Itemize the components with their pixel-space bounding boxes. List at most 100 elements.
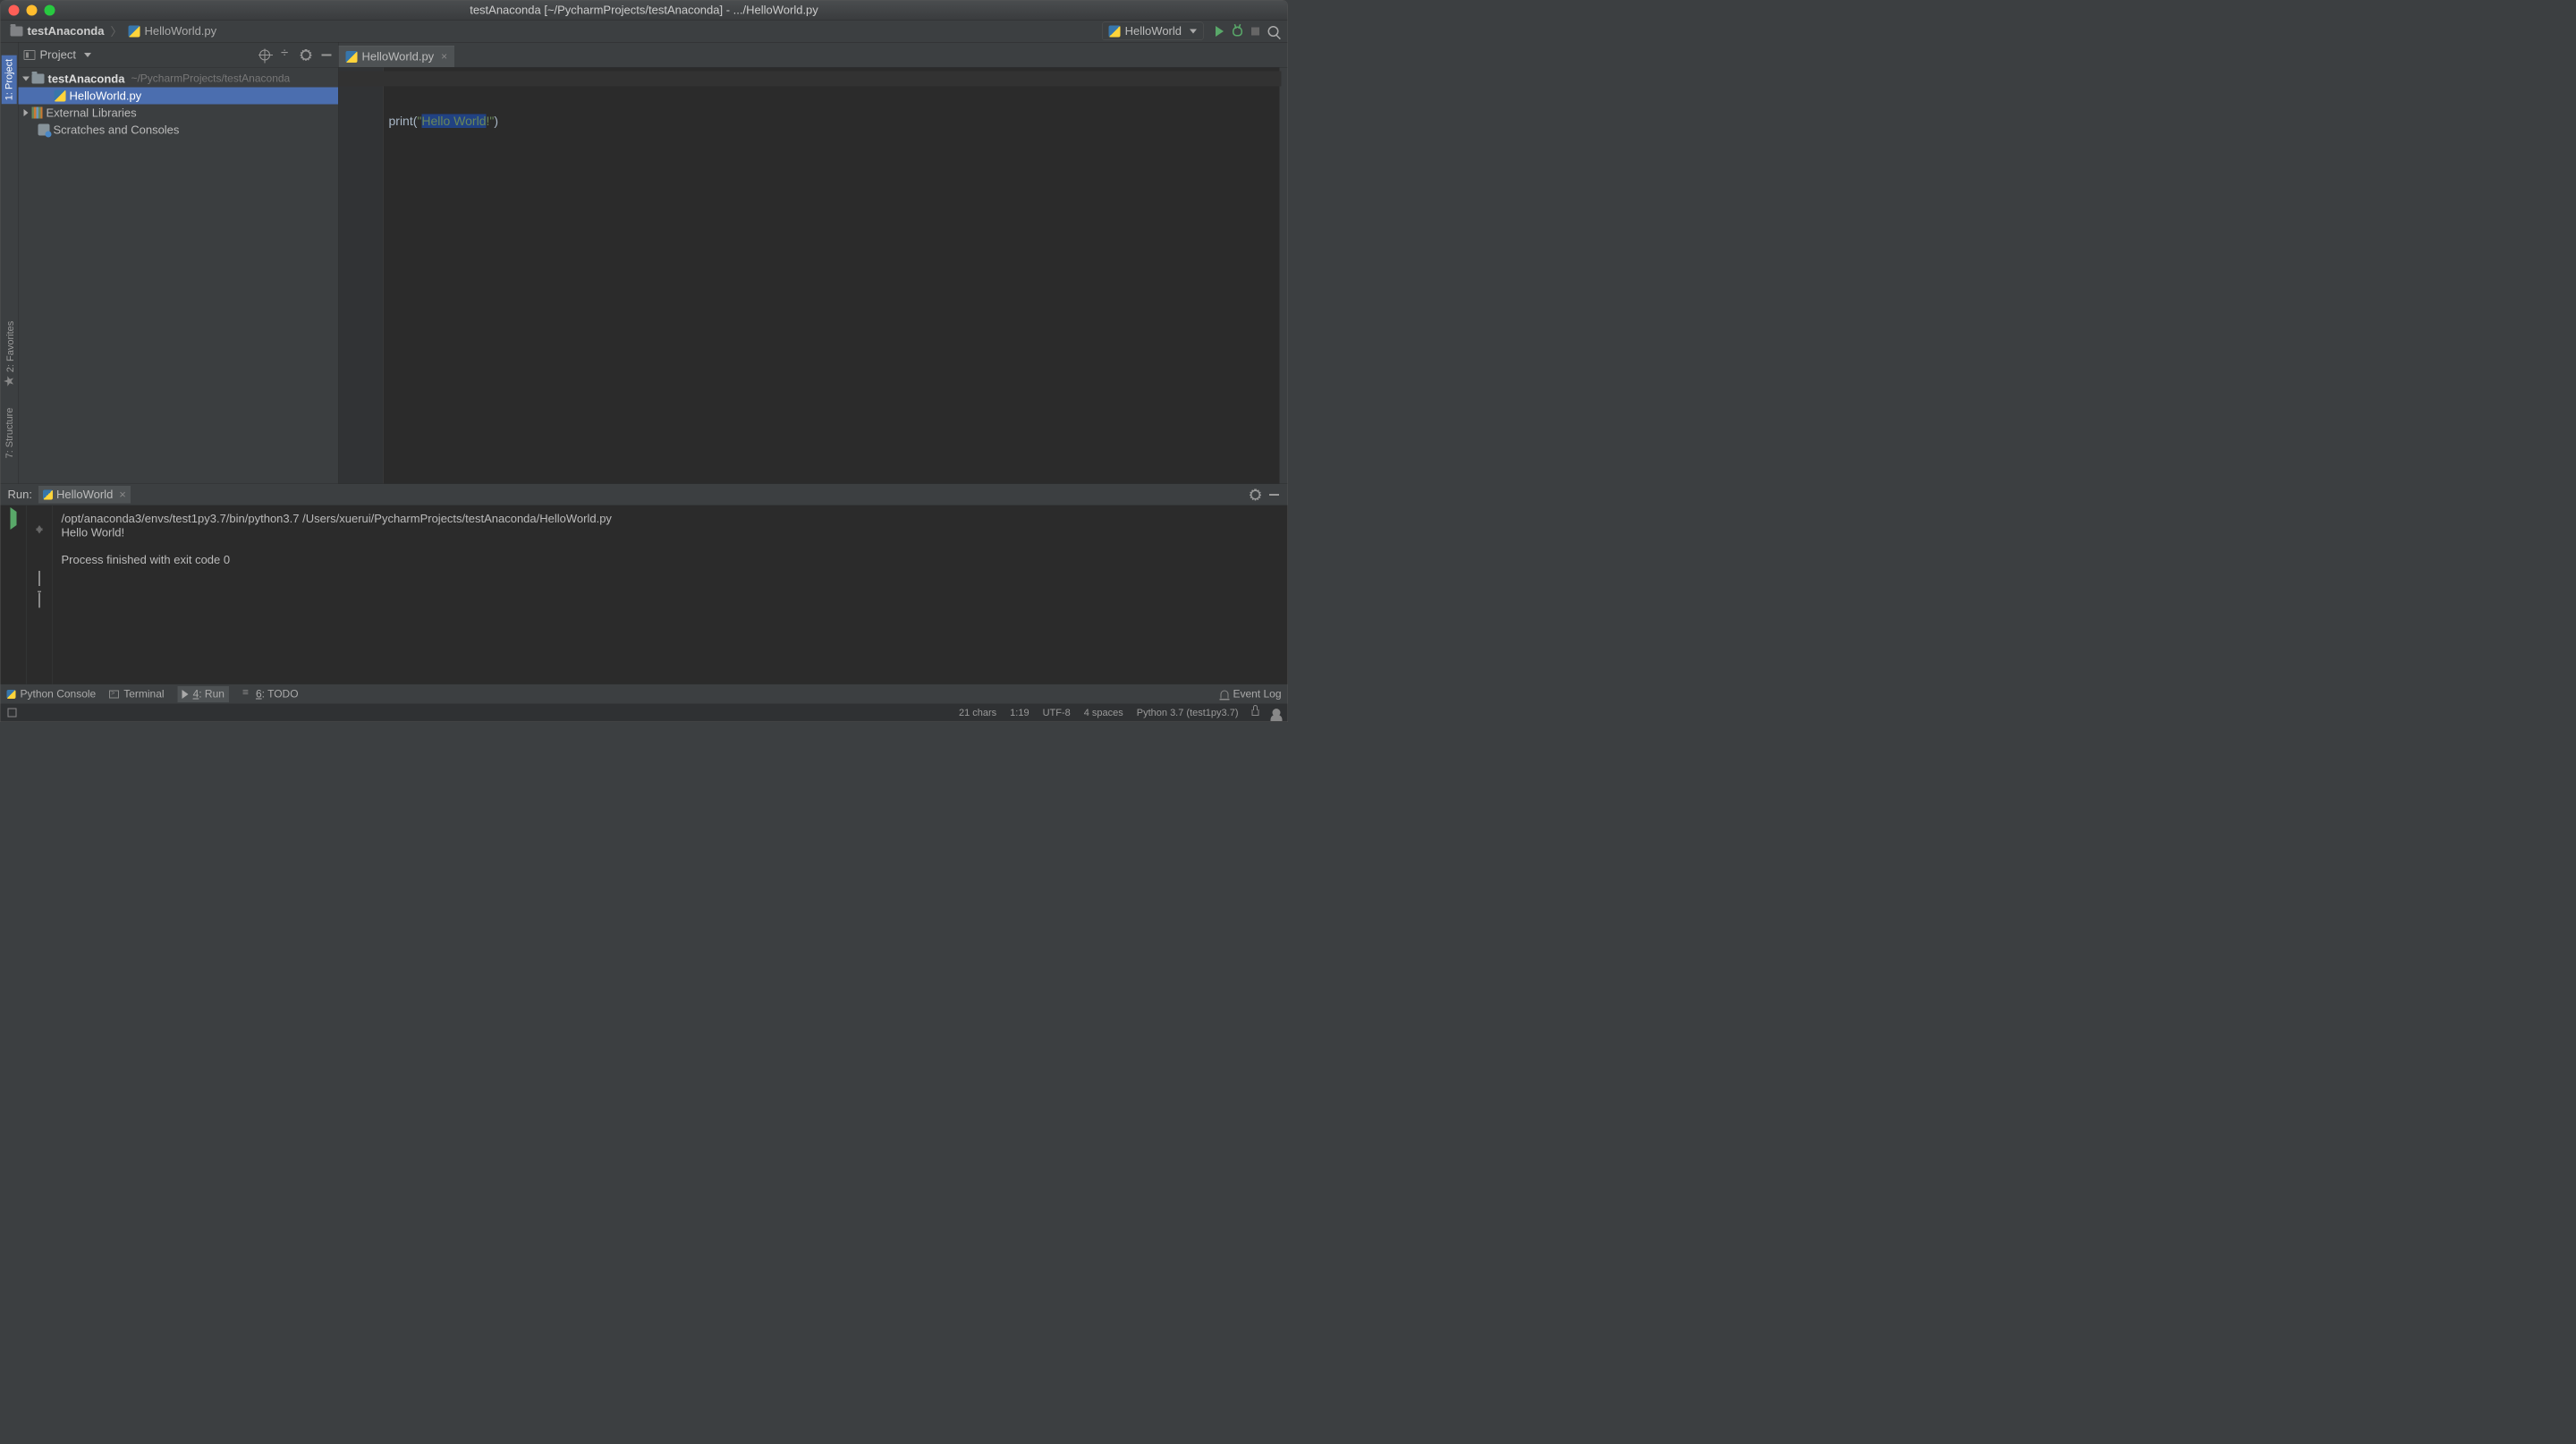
python-file-icon (346, 51, 358, 63)
chevron-down-icon (1190, 29, 1197, 33)
tree-scratches[interactable]: Scratches and Consoles (19, 122, 339, 139)
expand-arrow-icon[interactable] (24, 109, 29, 116)
hide-sidebar-button[interactable] (320, 48, 333, 61)
editor-area: HelloWorld.py × 1 print("Hello World!") (339, 43, 1288, 484)
python-console-button[interactable]: Python Console (7, 688, 97, 701)
minus-icon (322, 54, 332, 55)
terminal-icon (109, 690, 119, 698)
maximize-window-button[interactable] (45, 4, 55, 15)
search-icon (1268, 26, 1279, 37)
favorites-tool-button[interactable]: ★ 2: Favorites (2, 321, 18, 387)
gear-icon (301, 50, 311, 60)
structure-tool-button[interactable]: 7: Structure (4, 408, 15, 459)
print-icon (38, 571, 40, 586)
current-line-highlight (339, 72, 1282, 87)
settings-button[interactable] (300, 48, 312, 61)
gear-icon (1250, 489, 1260, 499)
search-everywhere-button[interactable] (1265, 22, 1283, 40)
breadcrumb-project-label: testAnaconda (28, 24, 105, 38)
breadcrumb-separator: 〉 (110, 23, 122, 40)
project-sidebar: Project testAnaconda ~/PycharmProjects/t… (19, 43, 339, 484)
tree-file-helloworld[interactable]: HelloWorld.py (19, 88, 339, 105)
scratches-icon (38, 124, 50, 136)
run-toolbar-left (1, 505, 27, 684)
run-tab-label: HelloWorld (56, 488, 113, 502)
project-tool-button[interactable]: 1: Project (2, 55, 17, 104)
run-toolbar-right (27, 505, 53, 684)
breadcrumb-file[interactable]: HelloWorld.py (123, 24, 221, 38)
python-file-icon (43, 489, 53, 499)
python-icon (7, 690, 16, 699)
project-icon (24, 50, 36, 60)
minimize-window-button[interactable] (27, 4, 38, 15)
locate-file-button[interactable] (258, 48, 271, 61)
tree-external-libraries[interactable]: External Libraries (19, 105, 339, 122)
python-file-icon (1109, 25, 1121, 37)
tree-project-root[interactable]: testAnaconda ~/PycharmProjects/testAnaco… (19, 71, 339, 88)
status-interpreter[interactable]: Python 3.7 (test1py3.7) (1137, 707, 1239, 718)
event-log-button[interactable]: Event Log (1220, 688, 1281, 701)
play-icon (182, 690, 189, 699)
hide-run-panel-button[interactable] (1268, 488, 1281, 501)
run-configuration-selector[interactable]: HelloWorld (1102, 22, 1203, 41)
todo-button[interactable]: 6: TODO (242, 688, 299, 701)
code-content[interactable]: print("Hello World!") (384, 68, 1280, 484)
run-tab-helloworld[interactable]: HelloWorld × (38, 486, 131, 504)
console-output[interactable]: /opt/anaconda3/envs/test1py3.7/bin/pytho… (53, 505, 1288, 684)
external-libs-label: External Libraries (47, 106, 137, 120)
breadcrumb-file-label: HelloWorld.py (144, 24, 216, 38)
close-window-button[interactable] (9, 4, 20, 15)
bug-icon (1233, 26, 1242, 36)
play-icon (1216, 26, 1224, 37)
folder-icon (11, 26, 23, 36)
folder-icon (32, 74, 45, 84)
run-tool-button[interactable]: 4: Run (178, 686, 229, 702)
run-config-label: HelloWorld (1125, 24, 1182, 38)
status-chars: 21 chars (959, 707, 996, 718)
status-position[interactable]: 1:19 (1010, 707, 1029, 718)
editor-tab-label: HelloWorld.py (362, 50, 435, 64)
code-editor[interactable]: 1 print("Hello World!") (339, 68, 1288, 484)
collapse-icon (281, 50, 290, 59)
editor-tab-helloworld[interactable]: HelloWorld.py × (339, 46, 455, 67)
chevron-down-icon (84, 53, 91, 57)
up-stack-button[interactable] (36, 512, 43, 526)
stop-button[interactable] (1247, 22, 1265, 40)
project-name-label: testAnaconda (48, 72, 125, 86)
debug-button[interactable] (1229, 22, 1247, 40)
project-view-label: Project (40, 48, 76, 63)
rerun-button[interactable] (10, 512, 16, 526)
memory-indicator[interactable] (1273, 709, 1281, 717)
collapse-all-button[interactable] (279, 48, 292, 61)
breadcrumb-project[interactable]: testAnaconda (6, 24, 109, 38)
close-run-tab-button[interactable]: × (119, 488, 126, 502)
run-button[interactable] (1211, 22, 1229, 40)
stop-icon (1251, 27, 1259, 35)
bottom-tool-bar: Python Console Terminal 4: Run 6: TODO E… (1, 684, 1288, 704)
play-icon (10, 507, 16, 530)
clear-button[interactable] (38, 594, 40, 608)
arrow-down-icon (36, 529, 43, 548)
navigation-bar: testAnaconda 〉 HelloWorld.py HelloWorld (1, 21, 1288, 43)
print-button[interactable] (38, 572, 40, 586)
close-tab-button[interactable]: × (441, 50, 447, 63)
readonly-toggle[interactable] (1252, 709, 1259, 716)
titlebar: testAnaconda [~/PycharmProjects/testAnac… (1, 1, 1288, 21)
status-encoding[interactable]: UTF-8 (1043, 707, 1071, 718)
run-panel-label: Run: (8, 488, 32, 502)
status-bar: 21 chars 1:19 UTF-8 4 spaces Python 3.7 … (1, 704, 1288, 722)
project-view-selector[interactable]: Project (24, 48, 91, 63)
run-settings-button[interactable] (1250, 488, 1262, 501)
target-icon (259, 49, 270, 60)
left-tool-rail: 1: Project ★ 2: Favorites 7: Structure (1, 43, 19, 484)
python-file-icon (128, 25, 140, 37)
expand-arrow-icon[interactable] (22, 77, 30, 81)
status-indent[interactable]: 4 spaces (1084, 707, 1123, 718)
tool-windows-toggle[interactable] (8, 709, 17, 718)
down-stack-button[interactable] (36, 534, 43, 548)
project-path-label: ~/PycharmProjects/testAnaconda (131, 72, 290, 85)
project-tree: testAnaconda ~/PycharmProjects/testAnaco… (19, 68, 339, 484)
terminal-button[interactable]: Terminal (109, 688, 164, 701)
line-gutter: 1 (339, 68, 384, 484)
minus-icon (1269, 494, 1279, 496)
